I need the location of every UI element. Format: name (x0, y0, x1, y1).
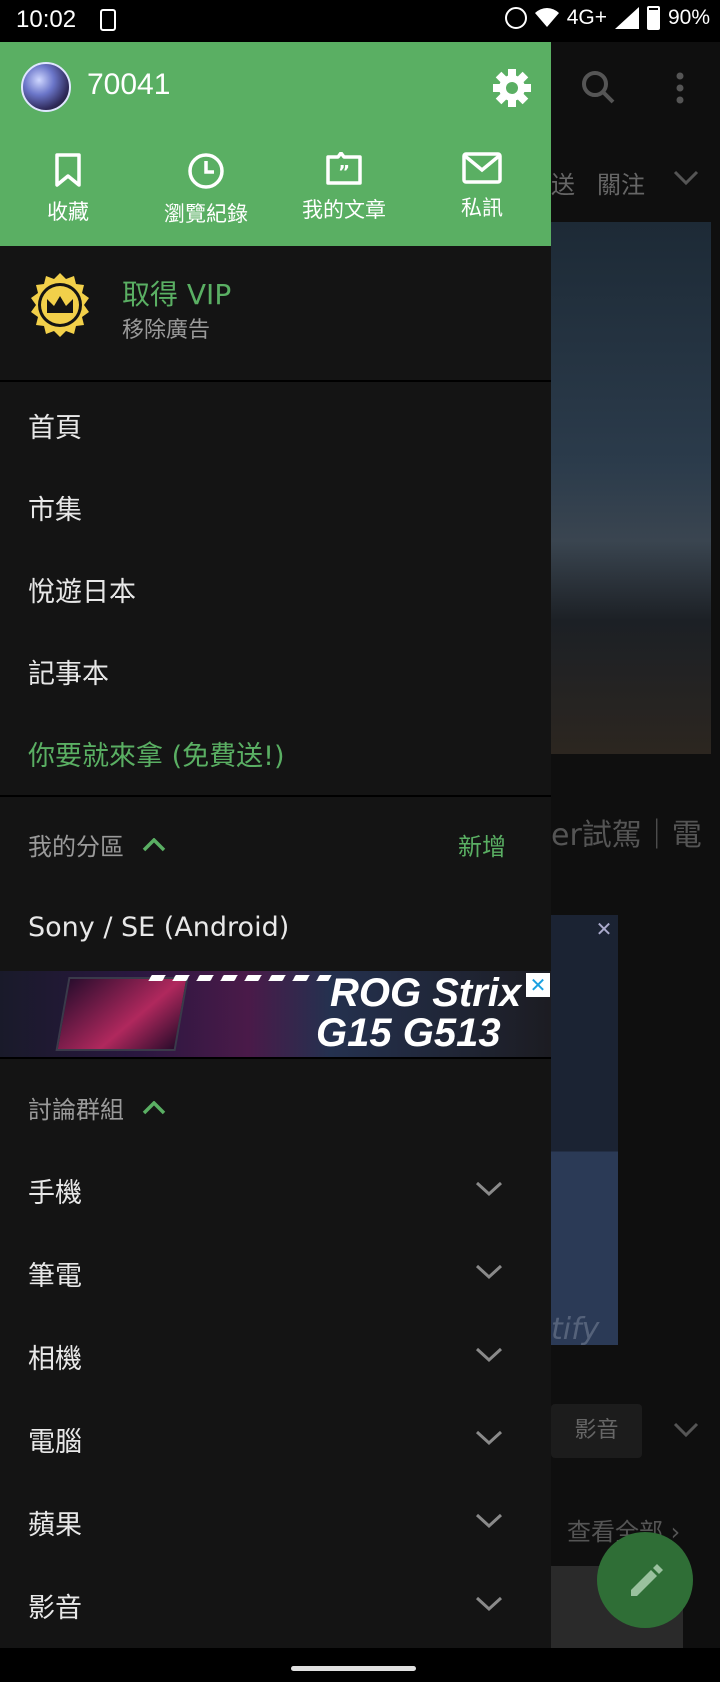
close-icon[interactable]: ✕ (526, 973, 550, 997)
ad-line-1: ROG Strix (330, 971, 522, 1015)
status-icons: 4G+ 90% (504, 6, 710, 30)
search-icon (582, 71, 615, 104)
quick-action-my-posts[interactable]: ” 我的文章 (284, 152, 404, 224)
chevron-down-icon[interactable] (475, 1596, 503, 1612)
quick-action-messages[interactable]: 私訊 (422, 152, 542, 222)
section-item[interactable]: Sony / SE (Android) (28, 912, 289, 943)
chevron-down-icon[interactable] (475, 1430, 503, 1446)
group-label: 手機 (28, 1178, 82, 1209)
group-item-cameras[interactable]: 相機 (0, 1323, 551, 1393)
status-bar: 10:02 4G+ 90% (0, 0, 720, 42)
category-chip: 影音 (551, 1404, 642, 1458)
menu-item-market[interactable]: 市集 (28, 488, 82, 527)
group-item-computers[interactable]: 電腦 (0, 1406, 551, 1476)
quick-action-label: 私訊 (461, 196, 503, 220)
tab-follow: 關注 (597, 171, 645, 199)
chevron-down-icon[interactable] (475, 1181, 503, 1197)
ad-line-2: G15 G513 (316, 1011, 501, 1055)
ad-banner[interactable]: ROG Strix G15 G513 ✕ (0, 971, 551, 1057)
chevron-down-icon[interactable] (475, 1347, 503, 1363)
side-ad (551, 915, 618, 1345)
group-label: 相機 (28, 1344, 82, 1375)
close-icon: ✕ (595, 917, 613, 941)
battery-level: 90% (667, 6, 710, 29)
chevron-up-icon (142, 1100, 166, 1114)
quick-action-favorites[interactable]: 收藏 (8, 152, 128, 226)
menu-item-free-giveaway[interactable]: 你要就來拿 (免費送!) (28, 734, 284, 773)
quick-action-label: 收藏 (47, 200, 89, 224)
chevron-down-icon[interactable] (475, 1264, 503, 1280)
group-item-apple[interactable]: 蘋果 (0, 1489, 551, 1559)
battery-icon (646, 6, 660, 30)
network-type: 4G+ (566, 6, 607, 29)
vip-promo[interactable]: 取得 VIP 移除廣告 (0, 246, 551, 382)
quote-icon: ” (326, 152, 362, 185)
section-title: 我的分區 (28, 833, 124, 861)
system-nav-bar (0, 1648, 720, 1682)
alarm-icon (504, 7, 527, 29)
menu-item-japan-travel[interactable]: 悅遊日本 (28, 570, 136, 609)
pencil-icon (631, 1564, 663, 1596)
my-sections-header[interactable]: 我的分區 (28, 827, 166, 862)
group-label: 影音 (28, 1593, 82, 1624)
svg-text:”: ” (338, 162, 350, 183)
chevron-down-icon (673, 1422, 699, 1438)
group-label: 筆電 (28, 1261, 82, 1292)
discussion-groups-header[interactable]: 討論群組 (28, 1090, 166, 1125)
quick-action-label: 瀏覽紀錄 (164, 202, 248, 226)
chevron-down-icon (673, 170, 699, 186)
mail-icon (462, 152, 502, 184)
chevron-up-icon (142, 837, 166, 851)
group-label: 蘋果 (28, 1510, 82, 1541)
menu-item-notebook[interactable]: 記事本 (28, 652, 109, 691)
home-gesture-handle[interactable] (291, 1666, 416, 1671)
sim-icon (100, 9, 116, 31)
divider (0, 795, 551, 797)
article-photo (551, 222, 711, 754)
section-title: 討論群組 (28, 1096, 124, 1124)
group-item-laptops[interactable]: 筆電 (0, 1240, 551, 1310)
chevron-down-icon[interactable] (475, 1513, 503, 1529)
status-time: 10:02 (16, 6, 77, 33)
bookmark-icon (55, 153, 81, 187)
navigation-drawer: 70041 收藏 瀏覽紀錄 ” 我的文章 私訊 取得 VIP 移除廣告 首頁 市… (0, 42, 551, 1648)
side-ad-text: tify (551, 1312, 600, 1347)
banner-decoration (148, 975, 332, 981)
group-item-phones[interactable]: 手機 (0, 1157, 551, 1227)
add-section-link[interactable]: 新增 (458, 827, 506, 862)
article-title-fragment: er試駕｜電 (551, 818, 702, 853)
username[interactable]: 70041 (87, 68, 170, 102)
signal-icon (614, 7, 639, 29)
avatar[interactable] (21, 62, 71, 112)
crown-badge-icon (31, 273, 89, 337)
background-app: 送 關注 er試駕｜電 ✕ tify 影音 查看全部 › (551, 42, 720, 1682)
quick-action-history[interactable]: 瀏覽紀錄 (146, 152, 266, 228)
drawer-header: 70041 收藏 瀏覽紀錄 ” 我的文章 私訊 (0, 42, 551, 246)
wifi-icon (534, 8, 559, 27)
vip-subtitle: 移除廣告 (122, 318, 211, 343)
tab-partial: 送 (551, 171, 575, 199)
laptop-image (55, 977, 189, 1051)
gear-icon[interactable] (492, 68, 532, 108)
more-options-icon (676, 72, 684, 104)
group-item-audio-video[interactable]: 影音 (0, 1572, 551, 1642)
menu-item-home[interactable]: 首頁 (28, 406, 82, 445)
compose-button[interactable] (597, 1532, 693, 1628)
quick-action-label: 我的文章 (302, 198, 386, 222)
group-label: 電腦 (28, 1427, 82, 1458)
clock-icon (188, 153, 224, 189)
divider (0, 1057, 551, 1059)
vip-title: 取得 VIP (122, 278, 232, 311)
